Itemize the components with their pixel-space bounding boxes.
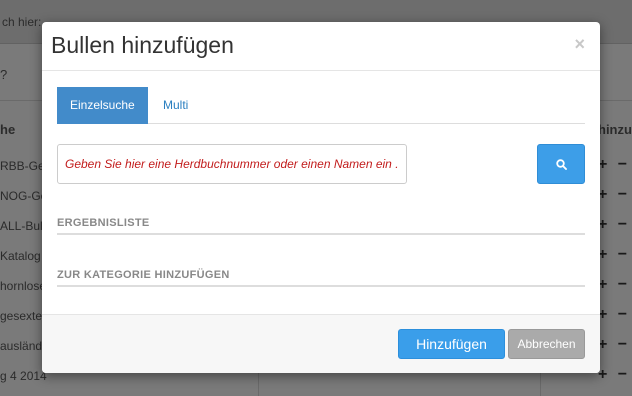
- cancel-button[interactable]: Abbrechen: [508, 329, 585, 359]
- background-add-remove-icons: + −: [598, 186, 631, 203]
- background-row-label: g 4 2014: [0, 369, 47, 383]
- background-breadcrumb: ch hier:: [2, 15, 42, 29]
- background-add-remove-icons: + −: [598, 306, 631, 323]
- background-row-label: NOG-Ge: [0, 189, 48, 203]
- modal-header: Bullen hinzufügen ×: [42, 22, 600, 71]
- modal-footer: Hinzufügen Abbrechen: [42, 314, 600, 373]
- modal-title: Bullen hinzufügen: [51, 32, 234, 58]
- results-divider: [57, 233, 585, 235]
- background-row-label: gesexte: [0, 309, 43, 323]
- search-icon: [556, 159, 567, 170]
- background-column-header-right: hinzu: [598, 122, 632, 137]
- background-row-label: RBB-Ge: [0, 159, 45, 173]
- search-input[interactable]: [57, 144, 407, 184]
- search-button[interactable]: [537, 144, 585, 184]
- tab-multi[interactable]: Multi: [150, 87, 201, 124]
- close-icon[interactable]: ×: [574, 34, 585, 55]
- add-to-category-divider: [57, 285, 585, 287]
- background-row-label: ausländ: [0, 339, 43, 353]
- tab-single-search[interactable]: Einzelsuche: [57, 87, 148, 124]
- background-column-header: he: [0, 122, 16, 137]
- add-button[interactable]: Hinzufügen: [398, 329, 505, 359]
- background-add-remove-icons: + −: [598, 276, 631, 293]
- results-heading: ERGEBNISLISTE: [57, 217, 150, 229]
- add-bull-modal: Bullen hinzufügen × Einzelsuche Multi ER…: [42, 22, 600, 373]
- background-question-text: ?: [0, 67, 8, 82]
- search-mode-tabs: Einzelsuche Multi: [57, 87, 585, 124]
- background-add-remove-icons: + −: [598, 216, 631, 233]
- add-to-category-heading: ZUR KATEGORIE HINZUFÜGEN: [57, 269, 230, 281]
- background-add-remove-icons: + −: [598, 156, 631, 173]
- background-add-remove-icons: + −: [598, 246, 631, 263]
- background-row-label: Katalog: [0, 249, 41, 263]
- background-add-remove-icons: + −: [598, 336, 631, 353]
- background-add-remove-icons: + −: [598, 366, 631, 383]
- background-row-label: hornlose: [0, 279, 47, 293]
